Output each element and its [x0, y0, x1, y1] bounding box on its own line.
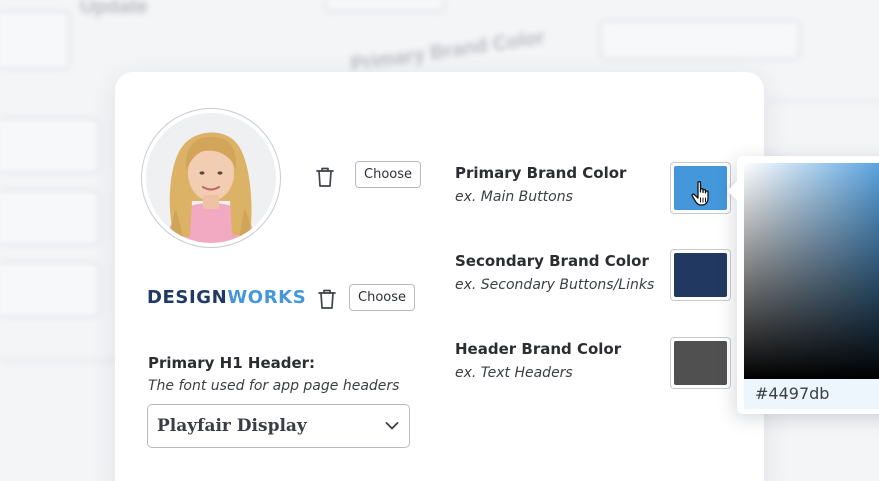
- header-color-fill: [674, 341, 727, 385]
- bg-divider: [770, 100, 879, 102]
- delete-avatar-trash-icon[interactable]: [315, 166, 335, 188]
- chevron-down-icon: [385, 422, 399, 430]
- bg-field-label: Primary Brand Color: [349, 26, 547, 76]
- branding-settings-card: Choose DESIGNWORKS Choose Primary H1 Hea…: [115, 72, 764, 481]
- secondary-color-fill: [674, 253, 727, 297]
- header-font-selected-value: Playfair Display: [157, 416, 307, 436]
- bg-input: [0, 118, 100, 174]
- h1-header-description: The font used for app page headers: [148, 378, 400, 394]
- color-saturation-gradient[interactable]: [744, 163, 879, 379]
- secondary-color-swatch[interactable]: [670, 249, 731, 301]
- avatar-photo: [146, 113, 276, 243]
- bg-divider: [0, 360, 115, 362]
- bg-input: [0, 190, 100, 246]
- bg-input: [325, 0, 445, 12]
- primary-color-swatch[interactable]: [670, 162, 731, 214]
- secondary-color-label: Secondary Brand Color: [455, 252, 649, 270]
- header-font-select[interactable]: Playfair Display: [147, 404, 410, 448]
- primary-color-label: Primary Brand Color: [455, 164, 627, 182]
- header-color-hint: ex. Text Headers: [455, 365, 573, 381]
- color-hex-value[interactable]: #4497db: [744, 379, 879, 409]
- bg-input: [600, 20, 800, 60]
- primary-color-hint: ex. Main Buttons: [455, 189, 573, 205]
- primary-color-fill: [674, 166, 727, 210]
- h1-header-label: Primary H1 Header:: [148, 354, 316, 372]
- logo-part-design: DESIGN: [147, 287, 228, 308]
- delete-logo-trash-icon[interactable]: [317, 288, 337, 310]
- bg-input: [0, 10, 70, 70]
- choose-logo-button[interactable]: Choose: [349, 284, 415, 311]
- logo-part-works: WORKS: [227, 287, 307, 308]
- color-picker-popover: #4497db: [737, 156, 879, 414]
- bg-update-label: Update: [80, 0, 148, 18]
- choose-avatar-button[interactable]: Choose: [355, 161, 421, 188]
- header-color-swatch[interactable]: [670, 337, 731, 389]
- company-logo: DESIGNWORKS: [147, 287, 306, 308]
- secondary-color-hint: ex. Secondary Buttons/Links: [455, 277, 655, 293]
- bg-input: [0, 262, 100, 318]
- avatar: [141, 108, 281, 248]
- header-color-label: Header Brand Color: [455, 340, 622, 358]
